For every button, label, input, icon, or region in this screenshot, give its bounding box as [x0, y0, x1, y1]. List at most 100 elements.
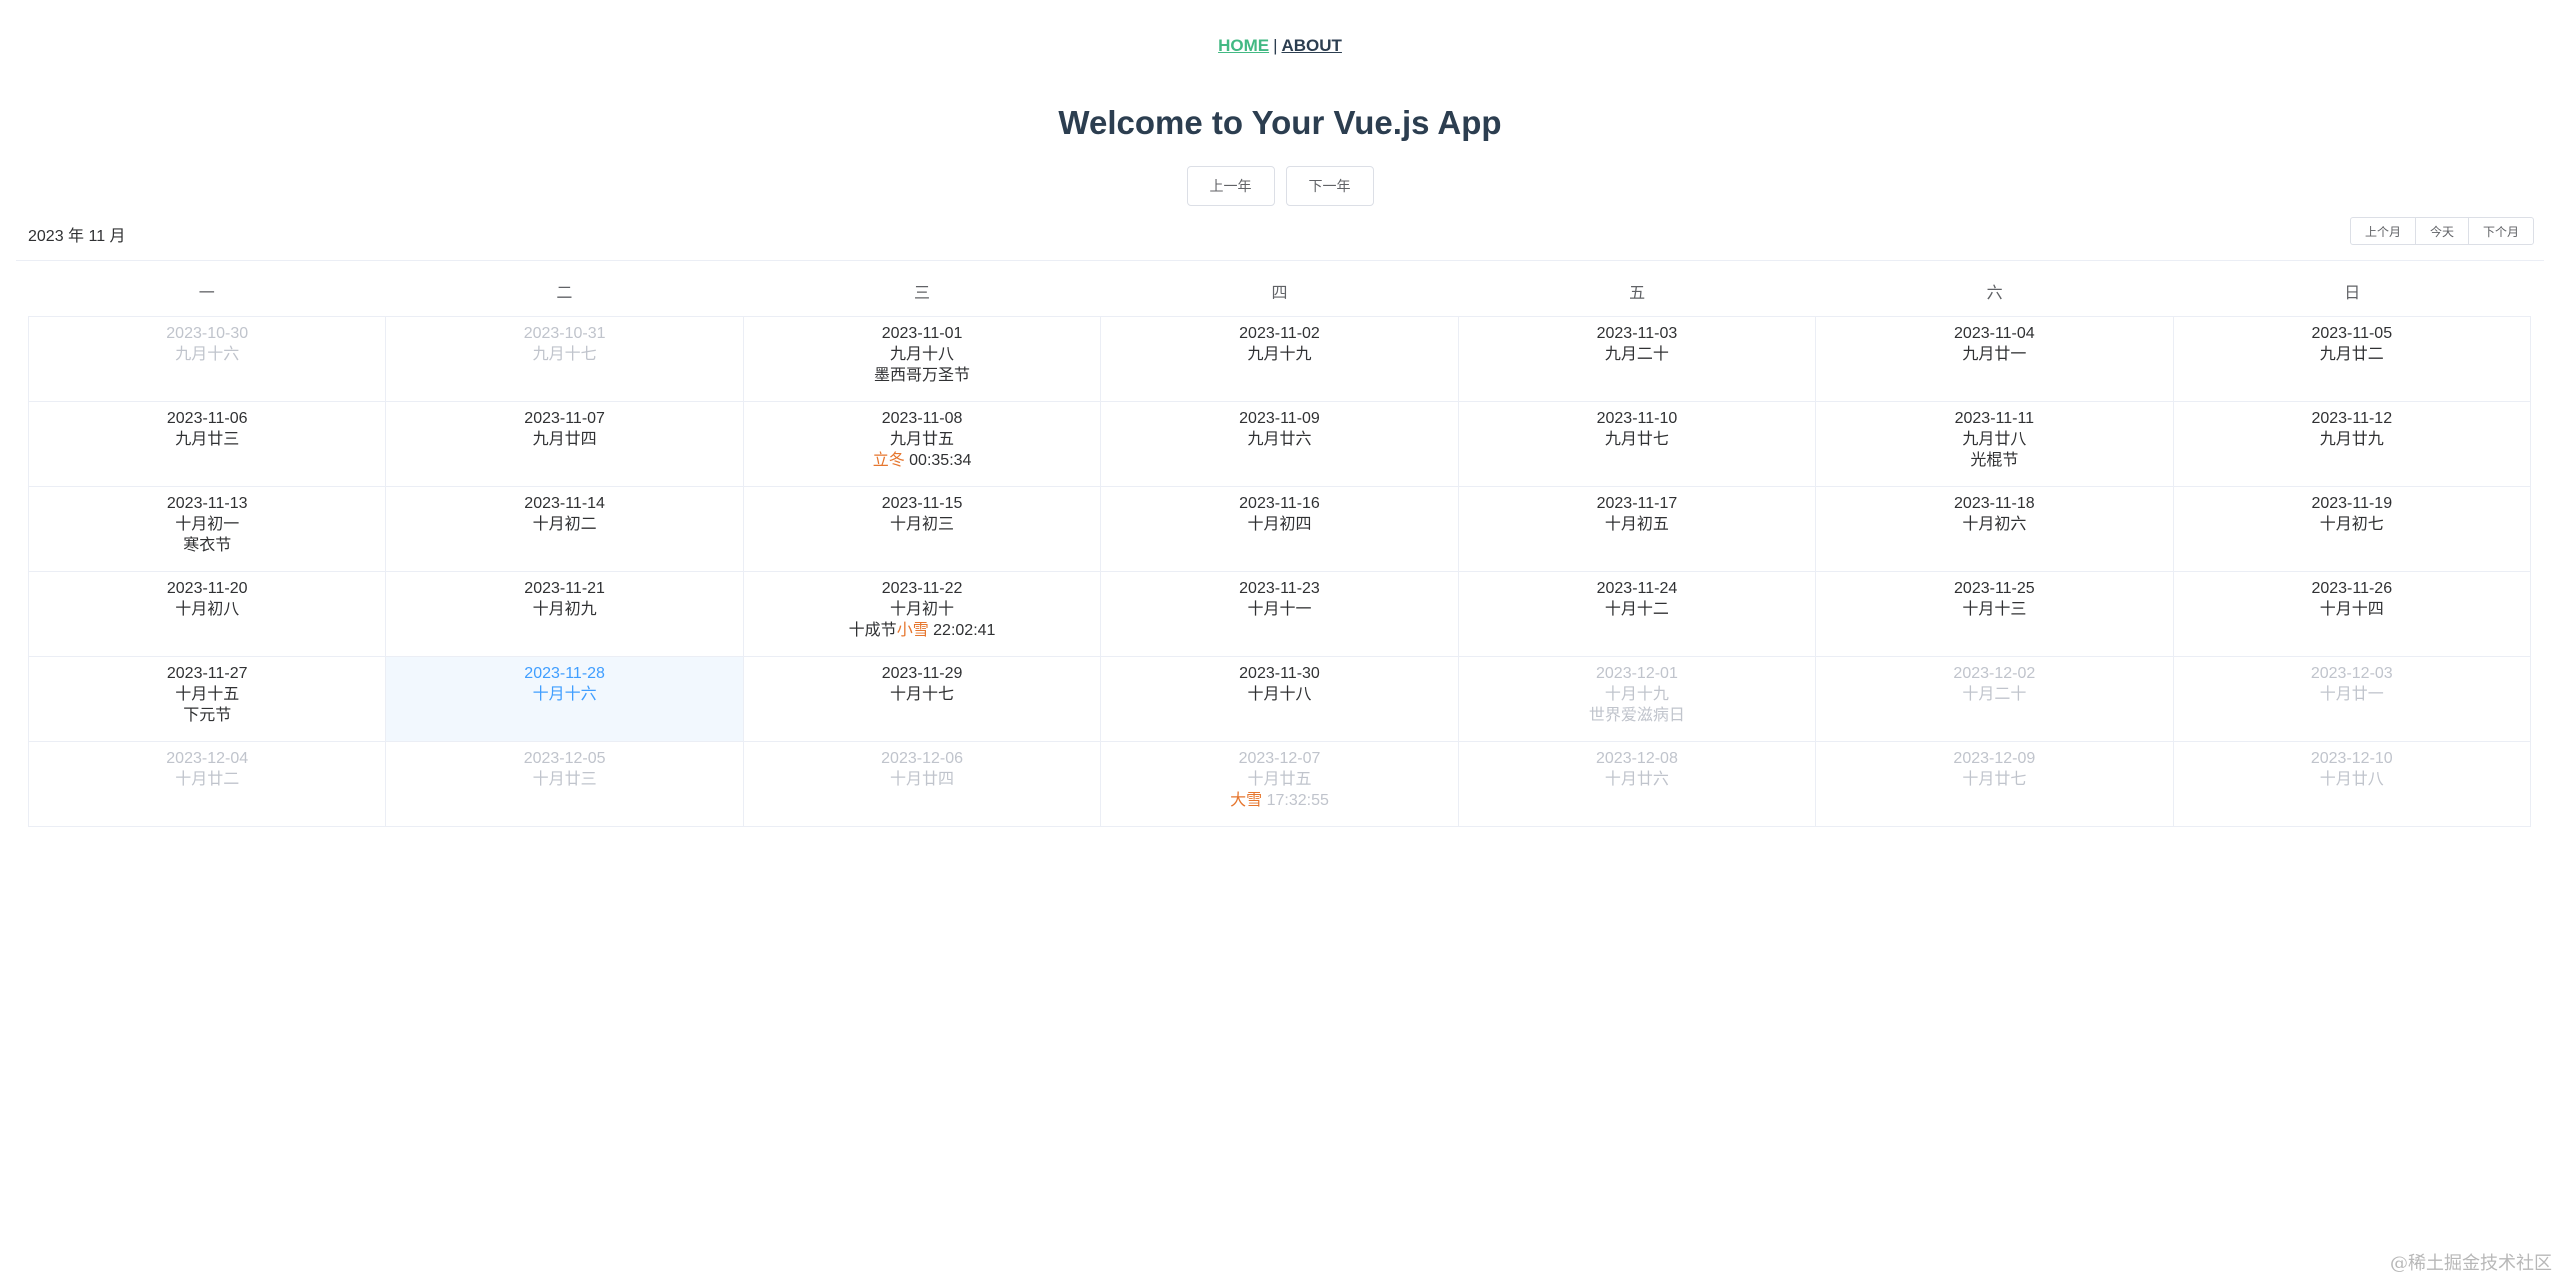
- day-lunar: 十月十四: [2319, 601, 2384, 618]
- day-extra: 世界爱滋病日: [1459, 705, 1815, 726]
- day-lunar: 十月廿三: [532, 771, 597, 788]
- calendar-day-cell[interactable]: 2023-12-09 十月廿七: [1816, 742, 2174, 827]
- calendar-day-cell[interactable]: 2023-11-23 十月十一: [1101, 572, 1459, 657]
- calendar-day-cell[interactable]: 2023-11-24 十月十二: [1458, 572, 1817, 657]
- next-year-button[interactable]: 下一年: [1285, 166, 1374, 206]
- day-lunar: 十月廿五: [1247, 771, 1312, 788]
- calendar-day-cell[interactable]: 2023-11-14 十月初二: [386, 487, 744, 572]
- day-date: 2023-11-29: [881, 665, 963, 682]
- calendar-day-cell[interactable]: 2023-11-11 九月廿八 光棍节: [1816, 402, 2174, 487]
- weekday-header: 五: [1629, 285, 1646, 302]
- day-date: 2023-12-05: [523, 750, 606, 767]
- day-lunar: 十月初六: [1962, 516, 2027, 533]
- calendar-day-cell[interactable]: 2023-11-02 九月十九: [1101, 317, 1459, 402]
- day-lunar: 十月廿六: [1604, 771, 1669, 788]
- calendar-day-cell[interactable]: 2023-12-01 十月十九世界爱滋病日: [1458, 657, 1817, 742]
- calendar-day-cell[interactable]: 2023-11-06 九月廿三: [29, 402, 387, 487]
- calendar-day-cell[interactable]: 2023-12-10 十月廿八: [2173, 742, 2531, 827]
- day-date: 2023-11-19: [2311, 495, 2393, 512]
- nav-about-link[interactable]: ABOUT: [1281, 36, 1341, 55]
- day-lunar: 十月初一: [175, 516, 240, 533]
- calendar-day-cell[interactable]: 2023-11-16 十月初四: [1101, 487, 1459, 572]
- day-date: 2023-11-14: [524, 495, 605, 512]
- day-lunar: 十月十九: [1604, 686, 1669, 703]
- watermark: @稀土掘金技术社区: [2390, 1253, 2552, 1274]
- next-month-button[interactable]: 下个月: [2467, 217, 2534, 245]
- today-button[interactable]: 今天: [2414, 217, 2469, 245]
- prev-year-button[interactable]: 上一年: [1186, 166, 1275, 206]
- day-festival: 下元节: [183, 707, 232, 724]
- page-title: Welcome to Your Vue.js App: [1058, 104, 1502, 141]
- calendar-day-cell[interactable]: 2023-12-03 十月廿一: [2173, 657, 2531, 742]
- calendar-day-cell[interactable]: 2023-11-25 十月十三: [1816, 572, 2174, 657]
- day-date: 2023-11-30: [1239, 665, 1320, 682]
- calendar-day-cell[interactable]: 2023-11-13 十月初一 寒衣节: [29, 487, 387, 572]
- calendar-day-cell[interactable]: 2023-11-03 九月二十: [1458, 317, 1817, 402]
- calendar-day-cell[interactable]: 2023-10-30 九月十六: [29, 317, 387, 402]
- day-date: 2023-11-21: [524, 580, 605, 597]
- calendar-day-cell[interactable]: 2023-11-22 十月初十 十成节小雪 22:02:41: [743, 572, 1102, 657]
- calendar-day-cell[interactable]: 2023-11-17 十月初五: [1458, 487, 1817, 572]
- day-date: 2023-12-10: [2310, 750, 2393, 767]
- calendar-day-cell[interactable]: 2023-11-26 十月十四: [2173, 572, 2531, 657]
- day-lunar: 十月廿八: [2319, 771, 2384, 788]
- day-lunar: 十月十五: [175, 686, 240, 703]
- calendar-day-cell[interactable]: 2023-11-27 十月十五下元节: [29, 657, 387, 742]
- calendar-day-cell[interactable]: 2023-11-21 十月初九: [386, 572, 744, 657]
- day-date: 2023-11-02: [1239, 325, 1320, 342]
- day-festival: 墨西哥万圣节: [874, 367, 971, 384]
- day-date: 2023-11-28: [524, 665, 605, 682]
- day-date: 2023-11-26: [2311, 580, 2393, 597]
- calendar-day-cell[interactable]: 2023-11-09 九月廿六: [1101, 402, 1459, 487]
- weekday-header: 三: [913, 285, 930, 302]
- day-extra: 墨西哥万圣节: [744, 365, 1100, 386]
- calendar-day-cell[interactable]: 2023-12-08 十月廿六: [1458, 742, 1817, 827]
- day-extra: 寒衣节: [29, 535, 385, 556]
- calendar-day-cell[interactable]: 2023-11-30 十月十八: [1101, 657, 1459, 742]
- day-date: 2023-11-01: [881, 325, 963, 342]
- calendar-day-cell[interactable]: 2023-11-20 十月初八: [29, 572, 387, 657]
- nav-separator: |: [1273, 36, 1278, 55]
- calendar-day-cell[interactable]: 2023-11-12 九月廿九: [2173, 402, 2531, 487]
- calendar-day-cell[interactable]: 2023-11-08 九月廿五 立冬 00:35:34: [743, 402, 1102, 487]
- day-lunar: 十月十一: [1247, 601, 1312, 618]
- calendar-day-cell[interactable]: 2023-12-05 十月廿三: [386, 742, 744, 827]
- weekday-header: 六: [1986, 285, 2003, 302]
- calendar-day-cell[interactable]: 2023-11-07 九月廿四: [386, 402, 744, 487]
- calendar-day-cell[interactable]: 2023-11-10 九月廿七: [1458, 402, 1817, 487]
- calendar-day-cell[interactable]: 2023-11-19 十月初七: [2173, 487, 2531, 572]
- calendar-day-cell[interactable]: 2023-11-04 九月廿一: [1816, 317, 2174, 402]
- calendar-day-cell-today[interactable]: 2023-11-28 十月十六: [386, 657, 744, 742]
- day-date: 2023-11-23: [1239, 580, 1320, 597]
- day-lunar: 十月初七: [2319, 516, 2384, 533]
- weekday-header: 四: [1271, 285, 1288, 302]
- calendar-day-cell[interactable]: 2023-10-31 九月十七: [386, 317, 744, 402]
- day-lunar: 九月十八: [890, 346, 955, 363]
- calendar-body: 一二三四五六日 2023-10-30 九月十六 2023-10-31 九月十七 2023…: [28, 276, 2531, 827]
- day-date: 2023-12-04: [166, 750, 249, 767]
- day-date: 2023-12-07: [1238, 750, 1321, 767]
- day-date: 2023-11-17: [1596, 495, 1678, 512]
- day-date: 2023-11-03: [1596, 325, 1678, 342]
- day-lunar: 九月廿七: [1604, 431, 1669, 448]
- day-extra: 十成节小雪 22:02:41: [744, 620, 1100, 641]
- nav-home-link[interactable]: HOME: [1218, 36, 1269, 55]
- calendar-day-cell[interactable]: 2023-12-04 十月廿二: [29, 742, 387, 827]
- calendar-day-cell[interactable]: 2023-11-29 十月十七: [743, 657, 1102, 742]
- day-lunar: 十月十三: [1962, 601, 2027, 618]
- calendar-day-cell[interactable]: 2023-12-06 十月廿四: [743, 742, 1102, 827]
- day-date: 2023-12-01: [1596, 665, 1678, 682]
- calendar-day-cell[interactable]: 2023-11-18 十月初六: [1816, 487, 2174, 572]
- page: HOME | ABOUT Welcome to Your Vue.js App 上一…: [0, 0, 2560, 1283]
- calendar-day-cell[interactable]: 2023-11-15 十月初三: [743, 487, 1102, 572]
- day-date: 2023-11-27: [166, 665, 248, 682]
- day-date: 2023-12-08: [1596, 750, 1678, 767]
- calendar-day-cell[interactable]: 2023-11-01 九月十八墨西哥万圣节: [743, 317, 1102, 402]
- day-solar-term: 大雪: [1230, 792, 1263, 809]
- calendar-day-cell[interactable]: 2023-12-07 十月廿五 大雪 17:32:55: [1101, 742, 1459, 827]
- weekday-header: 日: [2344, 285, 2361, 302]
- calendar-day-cell[interactable]: 2023-11-05 九月廿二: [2173, 317, 2531, 402]
- prev-month-button[interactable]: 上个月: [2349, 217, 2416, 245]
- calendar-day-cell[interactable]: 2023-12-02 十月二十: [1816, 657, 2174, 742]
- day-date: 2023-11-16: [1239, 495, 1320, 512]
